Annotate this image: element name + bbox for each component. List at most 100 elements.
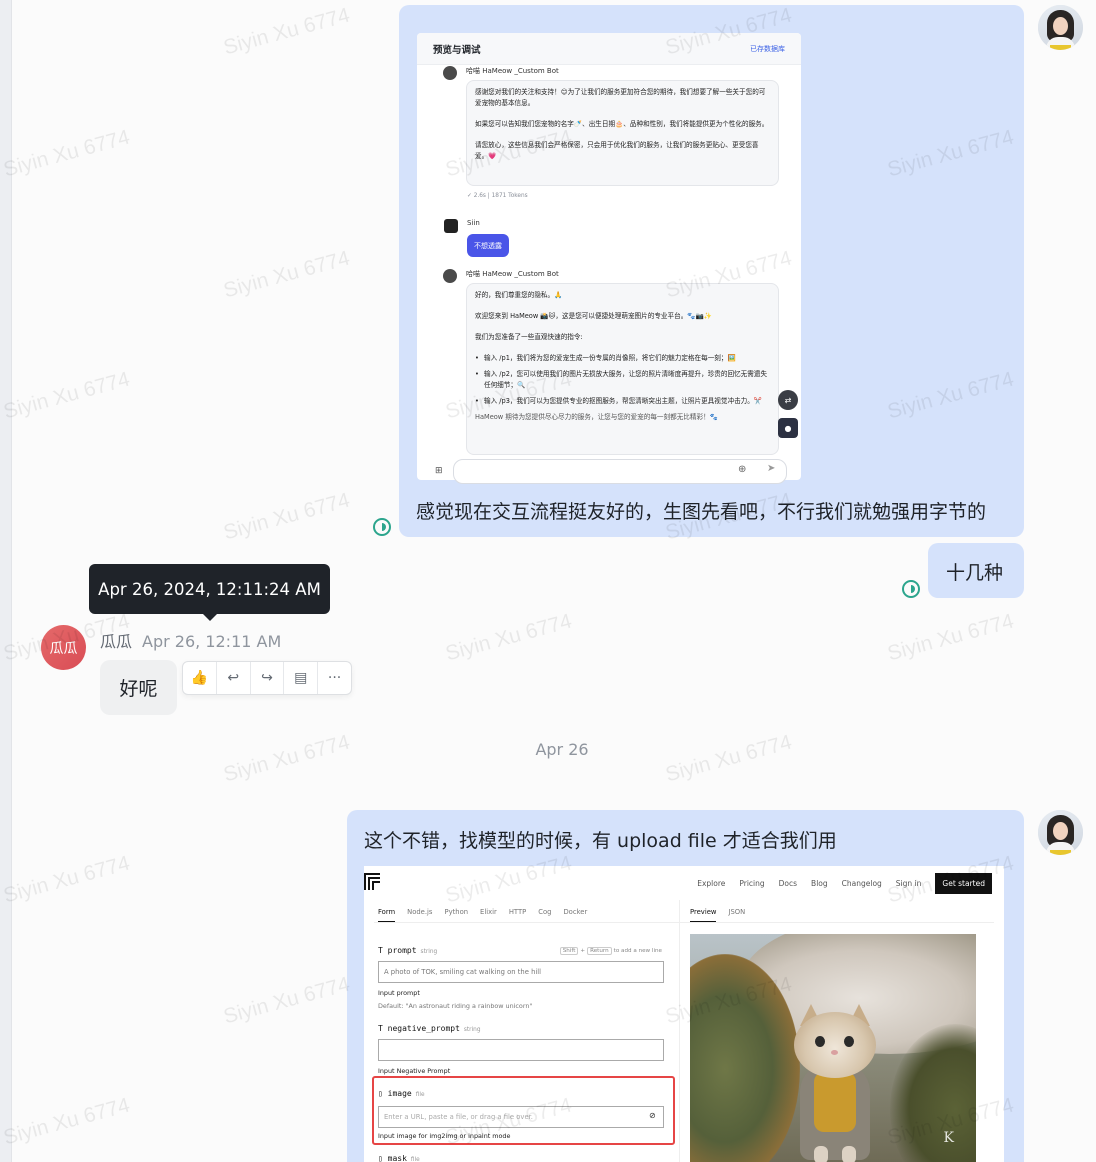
date-separator: Apr 26 — [535, 740, 589, 759]
watermark: Siyin Xu 6774 — [443, 609, 575, 666]
watermark: Siyin Xu 6774 — [221, 3, 353, 60]
watermark: Siyin Xu 6774 — [221, 488, 353, 545]
tab-docker[interactable]: Docker — [563, 908, 587, 922]
image-help: Input image for img2img or inpaint mode — [378, 1132, 511, 1140]
bot-message-2-p2: 欢迎您来到 HaMeow 📸🐱，这是您可以便捷处理萌宠图片的专业平台。🐾📷✨ — [475, 312, 712, 320]
bot-message-2-p1: 好的，我们尊重您的隐私。🙏 — [475, 291, 563, 299]
output-image[interactable]: K — [690, 934, 976, 1162]
get-started-button[interactable]: Get started — [935, 872, 992, 894]
command-item: 输入 /p3，我们可以为您提供专业的抠图服务，帮您清晰突出主题，让照片更具视觉冲… — [475, 396, 770, 407]
nav-blog[interactable]: Blog — [811, 879, 828, 888]
bot-message-1-p2: 如果您可以告知我们您宠物的名字🍼、出生日期🎂、品种和性别，我们将能提供更为个性化… — [475, 120, 769, 128]
negative-prompt-input[interactable] — [378, 1039, 664, 1061]
cat-leg-left — [814, 1146, 828, 1162]
more-icon[interactable]: ··· — [318, 662, 351, 694]
image-label: ▯ image file — [378, 1089, 425, 1098]
tab-preview[interactable]: Preview — [690, 908, 717, 922]
forward-icon[interactable]: ↪ — [251, 662, 285, 694]
my-avatar[interactable] — [1038, 810, 1083, 855]
link-icon[interactable]: ⊘ — [649, 1111, 656, 1120]
bot-message-1-p1: 感谢您对我们的关注和支持！😊为了让我们的服务更加符合您的期待，我们想要了解一些关… — [475, 88, 766, 107]
bot-message-1-p3: 请您放心，这些信息我们会严格保密，只会用于优化我们的服务，让我们的服务更贴心、更… — [475, 141, 759, 160]
bot-message-2: 好的，我们尊重您的隐私。🙏 欢迎您来到 HaMeow 📸🐱，这是您可以便捷处理萌… — [466, 283, 779, 455]
tab-divider — [374, 922, 994, 923]
tab-json[interactable]: JSON — [728, 908, 745, 922]
sender-name[interactable]: 瓜瓜 — [100, 632, 132, 651]
preview-header: 预览与调试 已存数据库 — [417, 33, 801, 65]
my-avatar[interactable] — [1038, 5, 1083, 50]
my-message-text: 这个不错，找模型的时候，有 upload file 才适合我们用 — [364, 830, 837, 852]
negative-prompt-label: T negative_prompt string — [378, 1024, 481, 1033]
cat-eye-left — [815, 1036, 825, 1047]
tab-elixir[interactable]: Elixir — [480, 908, 497, 922]
prompt-default: Default: "An astronaut riding a rainbow … — [378, 1002, 533, 1010]
preview-title: 预览与调试 — [433, 44, 481, 56]
reply-icon[interactable]: ↩ — [217, 662, 251, 694]
screenshot-model-page[interactable]: Explore Pricing Docs Blog Changelog Sign… — [364, 866, 1004, 1162]
cat-head — [794, 1012, 876, 1078]
command-item: 输入 /p2，您可以使用我们的图片无损放大服务，让您的照片清晰度再提升，珍贵的回… — [475, 369, 770, 391]
mask-label: ▯ mask file — [378, 1154, 420, 1162]
bot-name-2: 哈喵 HaMeow _Custom Bot — [466, 270, 559, 278]
attach-icon[interactable]: ⊞ — [435, 466, 443, 476]
tab-nodejs[interactable]: Node.js — [407, 908, 432, 922]
other-message-bubble[interactable]: 好呢 — [100, 660, 177, 715]
bot-meta: ✓ 2.6s | 1871 Tokens — [467, 193, 528, 199]
chat-input[interactable] — [453, 459, 787, 484]
tooltip-arrow — [202, 613, 218, 621]
command-item: 输入 /p1，我们将为您的爱宠生成一份专属的肖像照，将它们的魅力定格在每一刻；🖼… — [475, 353, 770, 364]
cat-eye-right — [844, 1036, 854, 1047]
watermark: Siyin Xu 6774 — [1, 1093, 133, 1150]
negative-prompt-help: Input Negative Prompt — [378, 1067, 451, 1075]
sender-avatar[interactable]: 瓜瓜 — [41, 625, 86, 670]
bot-message-2-p4: HaMeow 期待为您提供尽心尽力的服务，让您与您的爱宠的每一刻都无比精彩！🐾 — [475, 413, 718, 421]
saved-db-label: 已存数据库 — [750, 44, 785, 53]
tab-http[interactable]: HTTP — [509, 908, 526, 922]
translate-icon[interactable]: ⇄ — [778, 390, 798, 410]
quote-icon[interactable]: ▤ — [284, 662, 319, 694]
watermark: Siyin Xu 6774 — [221, 972, 353, 1029]
top-nav: Explore Pricing Docs Blog Changelog Sign… — [364, 866, 1004, 900]
read-status-icon — [373, 518, 391, 536]
bot-message-2-p3: 我们为您准备了一些直观快速的指令: — [475, 333, 583, 341]
timestamp-tooltip: Apr 26, 2024, 12:11:24 AM — [89, 564, 330, 614]
prompt-label: T prompt string — [378, 946, 438, 955]
tab-form[interactable]: Form — [378, 908, 396, 922]
watermark: Siyin Xu 6774 — [1, 851, 133, 908]
nav-sign-in[interactable]: Sign in — [896, 879, 922, 888]
watermark: Siyin Xu 6774 — [885, 609, 1017, 666]
discord-icon[interactable]: ● — [778, 418, 798, 438]
watermark: Siyin Xu 6774 — [221, 246, 353, 303]
message-time[interactable]: Apr 26, 12:11 AM — [142, 632, 281, 651]
tab-python[interactable]: Python — [444, 908, 468, 922]
cat-nose — [831, 1050, 838, 1055]
output-tabs: Preview JSON — [690, 908, 745, 922]
bot-avatar-2 — [443, 269, 457, 283]
nav-changelog[interactable]: Changelog — [842, 879, 882, 888]
nav-docs[interactable]: Docs — [779, 879, 797, 888]
image-url-input[interactable]: Enter a URL, paste a file, or drag a fil… — [378, 1106, 664, 1128]
user-name: Siin — [467, 219, 480, 227]
prompt-help: Input prompt — [378, 989, 420, 997]
thumbs-up-icon[interactable]: 👍 — [183, 662, 217, 694]
send-icon[interactable]: ➤ — [767, 463, 775, 474]
bot-name: 哈喵 HaMeow _Custom Bot — [466, 67, 559, 75]
my-message-caption: 感觉现在交互流程挺友好的，生图先看吧，不行我们就勉强用字节的 — [416, 501, 987, 523]
bot-avatar — [443, 66, 457, 80]
my-message-text: 十几种 — [946, 562, 1004, 584]
cat-leg-right — [842, 1146, 856, 1162]
tab-cog[interactable]: Cog — [538, 908, 551, 922]
newline-hint: Shift + Return to add a new line — [558, 947, 662, 955]
read-status-icon — [902, 580, 920, 598]
nav-explore[interactable]: Explore — [697, 879, 725, 888]
watermark: Siyin Xu 6774 — [1, 125, 133, 182]
command-list: 输入 /p1，我们将为您的爱宠生成一份专属的肖像照，将它们的魅力定格在每一刻；🖼… — [475, 353, 770, 407]
add-icon[interactable]: ⊕ — [738, 464, 746, 475]
watermark: Siyin Xu 6774 — [1, 367, 133, 424]
nav-pricing[interactable]: Pricing — [739, 879, 764, 888]
prompt-input[interactable]: A photo of TOK, smiling cat walking on t… — [378, 961, 664, 983]
code-tabs: Form Node.js Python Elixir HTTP Cog Dock… — [378, 908, 587, 922]
message-action-bar: 👍 ↩ ↪ ▤ ··· — [182, 661, 352, 695]
user-message: 不想透露 — [467, 234, 509, 257]
left-rail — [0, 0, 12, 1162]
